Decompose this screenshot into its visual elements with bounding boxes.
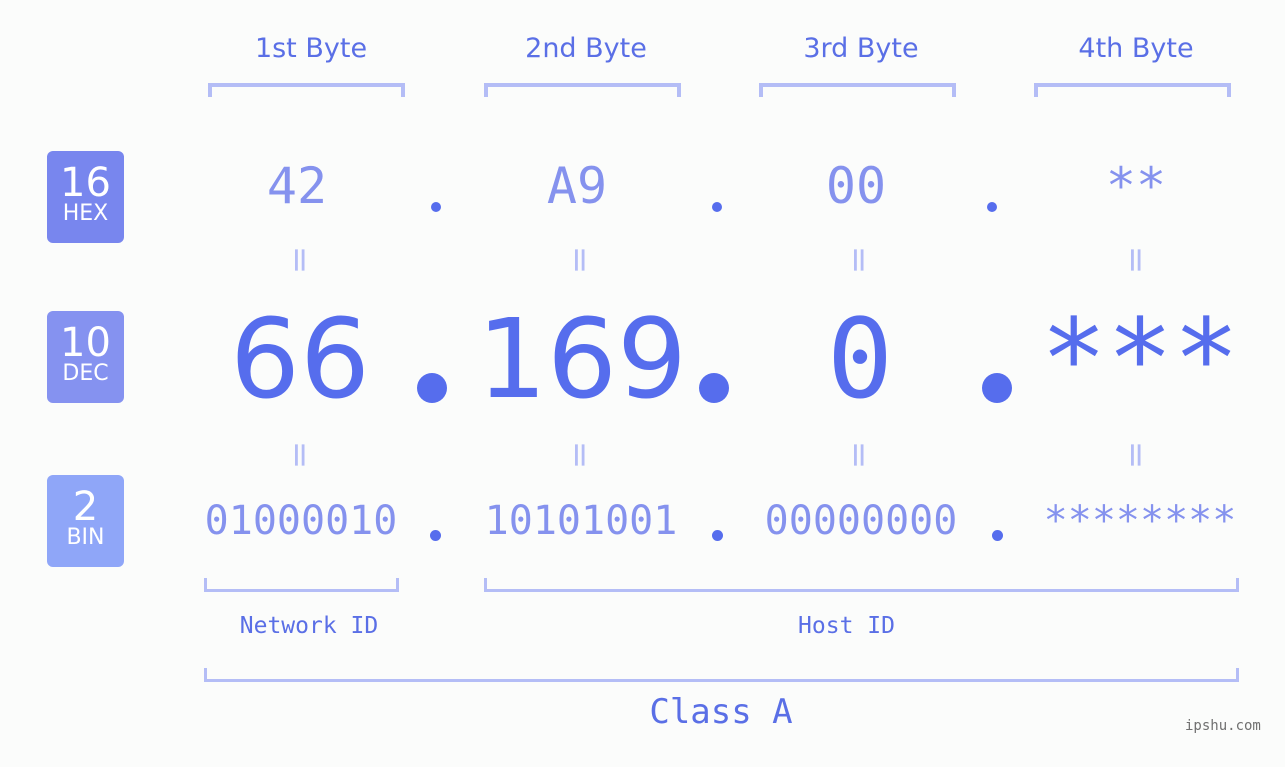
byte-header-3: 3rd Byte <box>803 33 919 64</box>
bin-separator-dot <box>992 530 1003 541</box>
equals-sign: = <box>560 440 600 470</box>
byte-bracket-1 <box>208 83 405 97</box>
byte-bracket-2 <box>484 83 681 97</box>
dec-value-1: 66 <box>230 295 370 423</box>
bin-badge: 2 BIN <box>47 475 124 567</box>
network-id-label: Network ID <box>239 613 379 639</box>
hex-separator-dot <box>431 202 441 212</box>
class-label: Class A <box>649 692 793 732</box>
bin-separator-dot <box>430 530 441 541</box>
hex-value-3: 00 <box>825 157 887 215</box>
network-id-bracket <box>204 578 399 592</box>
bin-value-3: 00000000 <box>764 498 958 544</box>
hex-value-4: ** <box>1105 157 1167 215</box>
bin-value-4: ******** <box>1043 498 1237 544</box>
bin-badge-label: BIN <box>66 525 105 550</box>
hex-badge-number: 16 <box>60 160 111 206</box>
bin-value-1: 01000010 <box>204 498 398 544</box>
dec-badge-number: 10 <box>60 320 111 366</box>
dec-separator-dot <box>982 373 1012 403</box>
host-id-bracket <box>484 578 1239 592</box>
watermark: ipshu.com <box>1185 718 1261 734</box>
equals-sign: = <box>280 245 320 275</box>
class-bracket <box>204 668 1239 682</box>
equals-sign: = <box>1116 440 1156 470</box>
equals-sign: = <box>560 245 600 275</box>
dec-separator-dot <box>699 373 729 403</box>
equals-sign: = <box>839 440 879 470</box>
byte-bracket-3 <box>759 83 956 97</box>
dec-separator-dot <box>417 373 447 403</box>
dec-value-2: 169 <box>477 295 687 423</box>
dec-badge-label: DEC <box>62 361 109 386</box>
bin-badge-number: 2 <box>72 484 99 530</box>
equals-sign: = <box>1116 245 1156 275</box>
hex-value-1: 42 <box>266 157 328 215</box>
hex-value-2: A9 <box>546 157 608 215</box>
hex-separator-dot <box>987 202 997 212</box>
bin-value-2: 10101001 <box>484 498 678 544</box>
equals-sign: = <box>839 245 879 275</box>
bin-separator-dot <box>712 530 723 541</box>
dec-badge: 10 DEC <box>47 311 124 403</box>
dec-value-4: *** <box>1040 295 1240 423</box>
host-id-label: Host ID <box>798 613 895 639</box>
hex-badge: 16 HEX <box>47 151 124 243</box>
byte-bracket-4 <box>1034 83 1231 97</box>
equals-sign: = <box>280 440 320 470</box>
hex-badge-label: HEX <box>62 201 109 226</box>
hex-separator-dot <box>712 202 722 212</box>
byte-header-2: 2nd Byte <box>525 33 647 64</box>
byte-header-4: 4th Byte <box>1078 33 1194 64</box>
dec-value-3: 0 <box>826 295 894 423</box>
byte-header-1: 1st Byte <box>254 33 368 64</box>
